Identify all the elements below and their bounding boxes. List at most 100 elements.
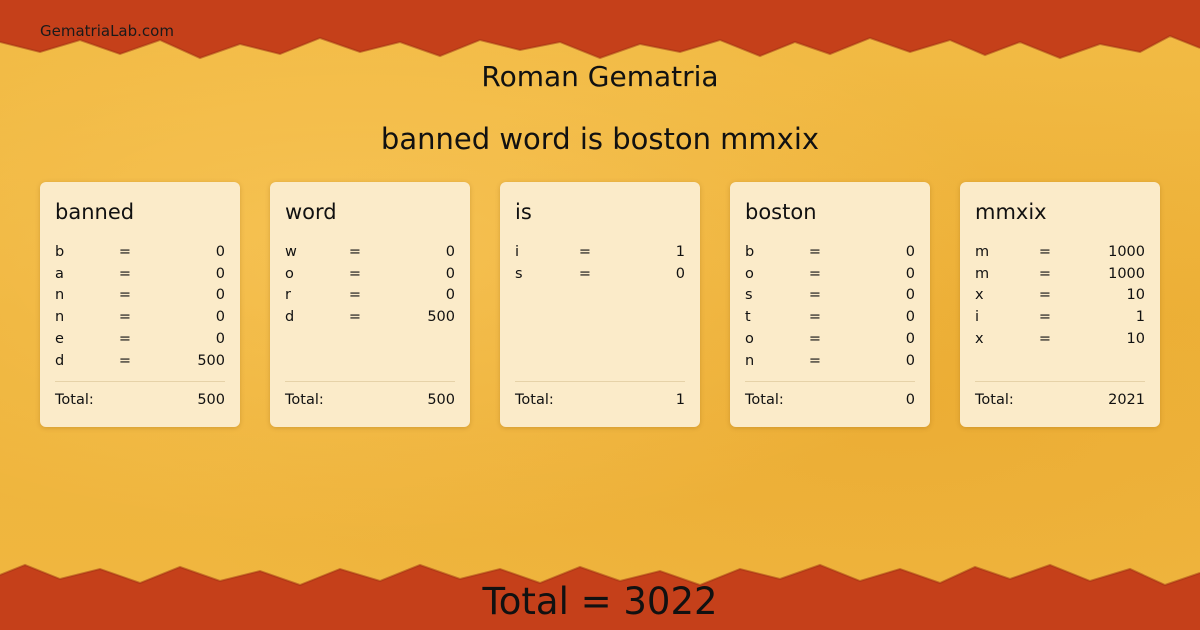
letter: b xyxy=(55,244,65,260)
letter: m xyxy=(975,244,990,260)
letter-value: 0 xyxy=(905,330,915,347)
letter-value: 0 xyxy=(905,287,915,304)
letter-list: b = 0 o = 0 s = 0 t = 0 o = 0 n = 0 xyxy=(745,242,915,372)
card-divider xyxy=(745,381,915,382)
card-total-row: Total: 500 xyxy=(55,392,225,408)
letter-value: 0 xyxy=(445,287,455,304)
letter-row: x = 10 xyxy=(975,329,1145,351)
letter: o xyxy=(745,265,754,282)
equals-sign: = xyxy=(348,244,362,260)
letter-row: o = 0 xyxy=(285,264,455,286)
letter-value: 0 xyxy=(215,330,225,347)
equals-sign: = xyxy=(1038,244,1052,260)
equals-sign: = xyxy=(808,265,822,282)
word-card-banned: banned b = 0 a = 0 n = 0 n = 0 e = 0 d = 500 Total: 500 xyxy=(40,182,240,427)
card-divider xyxy=(285,381,455,382)
letter-row: d = 500 xyxy=(55,351,225,373)
equals-sign: = xyxy=(118,352,132,369)
card-word: boston xyxy=(745,200,817,224)
equals-sign: = xyxy=(118,244,132,260)
letter-row: n = 0 xyxy=(55,285,225,307)
letter-list: i = 1 s = 0 xyxy=(515,242,685,372)
letter-row: x = 10 xyxy=(975,285,1145,307)
equals-sign: = xyxy=(118,265,132,282)
letter: e xyxy=(55,330,64,347)
letter: d xyxy=(285,309,295,326)
word-card-word: word w = 0 o = 0 r = 0 d = 500 Total: 500 xyxy=(270,182,470,427)
letter: i xyxy=(975,309,980,326)
card-total-label: Total: xyxy=(515,392,554,408)
letter-value: 500 xyxy=(197,352,225,369)
card-total-row: Total: 0 xyxy=(745,392,915,408)
letter-value: 1000 xyxy=(1108,244,1145,260)
letter-row: b = 0 xyxy=(745,242,915,264)
card-total-row: Total: 500 xyxy=(285,392,455,408)
letter-value: 0 xyxy=(905,244,915,260)
letter-value: 0 xyxy=(215,287,225,304)
equals-sign: = xyxy=(578,265,592,282)
letter-row: n = 0 xyxy=(55,307,225,329)
word-card-boston: boston b = 0 o = 0 s = 0 t = 0 o = 0 n = 0 Total: 0 xyxy=(730,182,930,427)
letter-value: 10 xyxy=(1126,330,1145,347)
letter-value: 0 xyxy=(215,309,225,326)
card-total-value: 500 xyxy=(197,392,225,408)
equals-sign: = xyxy=(1038,287,1052,304)
letter-row: e = 0 xyxy=(55,329,225,351)
card-word: mmxix xyxy=(975,200,1047,224)
letter-row: m = 1000 xyxy=(975,242,1145,264)
word-card-mmxix: mmxix m = 1000 m = 1000 x = 10 i = 1 x = 10 Total: 2021 xyxy=(960,182,1160,427)
letter-value: 1 xyxy=(675,244,685,260)
grand-total: Total = 3022 xyxy=(482,580,718,623)
card-total-value: 500 xyxy=(427,392,455,408)
letter-value: 0 xyxy=(445,265,455,282)
card-total-label: Total: xyxy=(55,392,94,408)
letter: w xyxy=(285,244,297,260)
equals-sign: = xyxy=(118,309,132,326)
equals-sign: = xyxy=(118,287,132,304)
letter: t xyxy=(745,309,751,326)
letter: i xyxy=(515,244,520,260)
phrase-heading: banned word is boston mmxix xyxy=(380,122,820,156)
site-name[interactable]: GematriaLab.com xyxy=(40,22,174,40)
letter-value: 0 xyxy=(215,244,225,260)
card-total-label: Total: xyxy=(975,392,1014,408)
letter: o xyxy=(745,330,754,347)
letter-row: a = 0 xyxy=(55,264,225,286)
equals-sign: = xyxy=(1038,265,1052,282)
letter-row: t = 0 xyxy=(745,307,915,329)
card-divider xyxy=(55,381,225,382)
word-cards: banned b = 0 a = 0 n = 0 n = 0 e = 0 d = 500 Total: 500 word w… xyxy=(40,182,1160,427)
letter-value: 1000 xyxy=(1108,265,1145,282)
equals-sign: = xyxy=(348,309,362,326)
letter-row: d = 500 xyxy=(285,307,455,329)
letter-row: s = 0 xyxy=(515,264,685,286)
card-word: is xyxy=(515,200,532,224)
letter: b xyxy=(745,244,755,260)
equals-sign: = xyxy=(348,265,362,282)
page-title: Roman Gematria xyxy=(481,60,719,93)
equals-sign: = xyxy=(808,244,822,260)
card-total-label: Total: xyxy=(285,392,324,408)
letter-row: s = 0 xyxy=(745,285,915,307)
letter-row: r = 0 xyxy=(285,285,455,307)
letter: s xyxy=(745,287,753,304)
card-total-value: 1 xyxy=(675,392,685,408)
equals-sign: = xyxy=(808,330,822,347)
equals-sign: = xyxy=(118,330,132,347)
equals-sign: = xyxy=(808,309,822,326)
letter-value: 0 xyxy=(215,265,225,282)
letter: n xyxy=(745,352,755,369)
letter-list: w = 0 o = 0 r = 0 d = 500 xyxy=(285,242,455,372)
letter-value: 0 xyxy=(675,265,685,282)
card-total-label: Total: xyxy=(745,392,784,408)
letter-value: 500 xyxy=(427,309,455,326)
word-card-is: is i = 1 s = 0 Total: 1 xyxy=(500,182,700,427)
letter: s xyxy=(515,265,523,282)
letter-row: o = 0 xyxy=(745,329,915,351)
letter-value: 1 xyxy=(1135,309,1145,326)
equals-sign: = xyxy=(348,287,362,304)
card-divider xyxy=(515,381,685,382)
letter: m xyxy=(975,265,990,282)
card-total-row: Total: 1 xyxy=(515,392,685,408)
letter: n xyxy=(55,309,65,326)
